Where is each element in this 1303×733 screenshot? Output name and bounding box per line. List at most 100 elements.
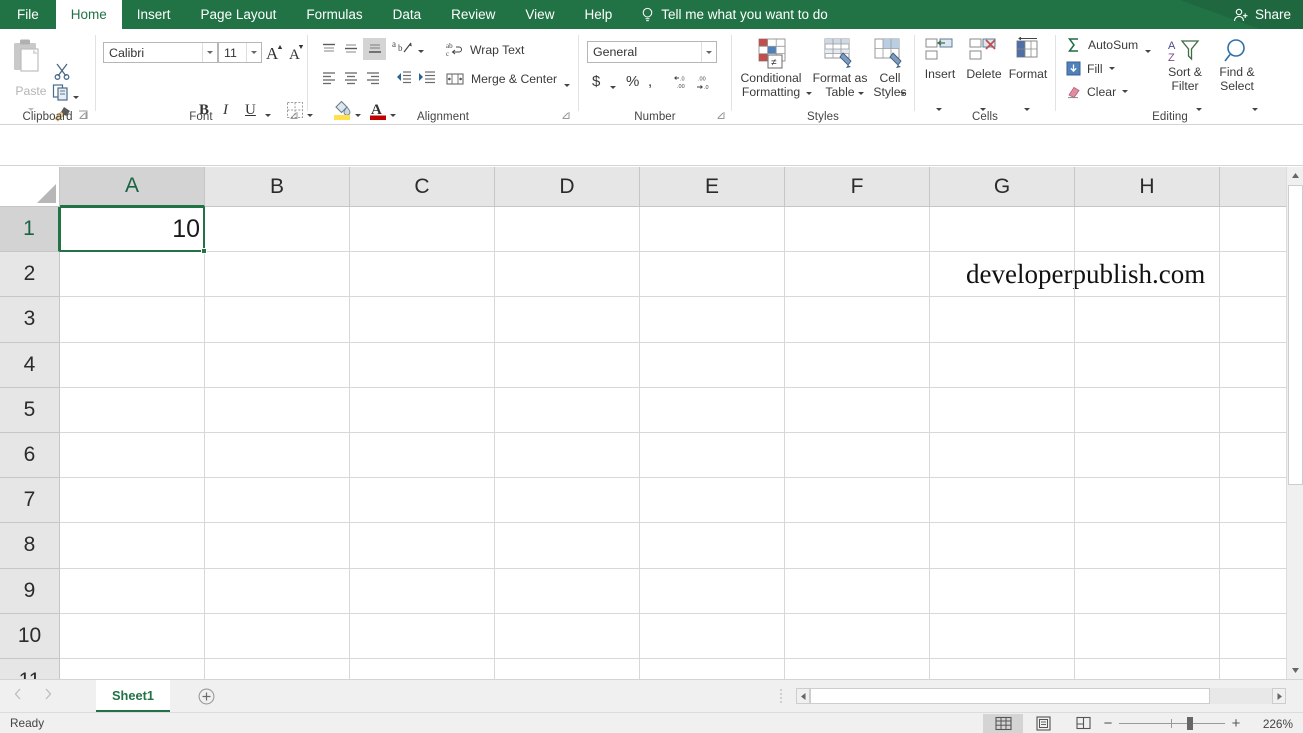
font-size-combo[interactable]: 11 (218, 42, 262, 63)
column-header-partial[interactable] (1220, 167, 1286, 207)
align-middle-button[interactable] (341, 40, 361, 58)
align-top-button[interactable] (319, 40, 339, 58)
clipboard-dialog-launcher[interactable] (78, 110, 89, 121)
scrollbar-split-grip[interactable] (778, 688, 784, 704)
font-dialog-launcher[interactable] (289, 110, 300, 121)
align-center-button[interactable] (341, 69, 361, 87)
vertical-scrollbar[interactable] (1286, 167, 1303, 679)
normal-view-button[interactable] (983, 714, 1023, 733)
row-header-7[interactable]: 7 (0, 478, 60, 523)
horizontal-scroll-track[interactable] (1210, 688, 1272, 704)
column-header-c[interactable]: C (350, 167, 495, 207)
comma-style-button[interactable]: , (648, 73, 652, 90)
row-header-5[interactable]: 5 (0, 388, 60, 433)
font-size-caret-icon[interactable] (246, 43, 261, 62)
percent-style-button[interactable]: % (626, 73, 639, 90)
column-header-a[interactable]: A (60, 167, 205, 207)
scroll-up-button[interactable] (1287, 167, 1303, 184)
autosum-caret[interactable] (1145, 43, 1151, 61)
page-layout-view-button[interactable] (1023, 714, 1063, 733)
zoom-slider[interactable] (1119, 713, 1225, 733)
row-header-11[interactable]: 11 (0, 659, 60, 679)
column-header-g[interactable]: G (930, 167, 1075, 207)
horizontal-scroll-thumb[interactable] (810, 688, 1210, 704)
tab-help[interactable]: Help (569, 0, 627, 29)
fill-caret[interactable] (1109, 67, 1115, 70)
font-name-caret-icon[interactable] (202, 43, 217, 62)
column-header-f[interactable]: F (785, 167, 930, 207)
merge-center-caret[interactable] (564, 77, 570, 95)
share-button[interactable]: Share (1233, 0, 1291, 29)
format-as-table-caret[interactable] (858, 85, 864, 103)
column-header-b[interactable]: B (205, 167, 350, 207)
orientation-caret[interactable] (418, 43, 424, 61)
column-header-h[interactable]: H (1075, 167, 1220, 207)
decrease-font-size-button[interactable]: A (288, 42, 307, 68)
tell-me-box[interactable]: Tell me what you want to do (627, 0, 838, 29)
tab-page-layout[interactable]: Page Layout (186, 0, 292, 29)
row-header-1[interactable]: 1 (0, 207, 60, 252)
row-header-2[interactable]: 2 (0, 252, 60, 297)
cell-area[interactable]: developerpublish.com 10 (60, 207, 1286, 679)
select-all-button[interactable] (0, 167, 60, 207)
scroll-right-button[interactable] (1272, 688, 1286, 704)
increase-decimal-button[interactable]: .0 .00 (671, 75, 691, 96)
insert-cells-icon (923, 37, 957, 67)
zoom-in-button[interactable]: + (1225, 713, 1247, 733)
alignment-dialog-launcher[interactable] (561, 110, 572, 121)
increase-indent-button[interactable] (418, 69, 436, 90)
scroll-left-button[interactable] (796, 688, 810, 704)
increase-font-size-button[interactable]: A (266, 42, 285, 68)
font-name-combo[interactable]: Calibri (103, 42, 218, 63)
tab-view[interactable]: View (510, 0, 569, 29)
wrap-text-button[interactable]: ab c Wrap Text (446, 41, 524, 58)
align-right-button[interactable] (363, 69, 383, 87)
decrease-decimal-button[interactable]: .00 .0 (695, 75, 715, 96)
zoom-out-button[interactable]: − (1097, 713, 1119, 733)
autosum-button[interactable]: AutoSum (1066, 37, 1138, 53)
row-header-3[interactable]: 3 (0, 297, 60, 342)
tab-file[interactable]: File (0, 0, 56, 29)
horizontal-scrollbar[interactable] (796, 688, 1286, 704)
add-sheet-button[interactable] (198, 688, 215, 705)
row-header-10[interactable]: 10 (0, 614, 60, 659)
orientation-button[interactable]: a b (392, 38, 414, 63)
vertical-scroll-thumb[interactable] (1288, 185, 1303, 485)
row-header-4[interactable]: 4 (0, 343, 60, 388)
cell-a1[interactable]: 10 (60, 207, 205, 252)
zoom-level-label[interactable]: 226% (1247, 717, 1293, 731)
fill-handle[interactable] (201, 248, 207, 254)
align-left-button[interactable] (319, 69, 339, 87)
merge-center-button[interactable]: Merge & Center (446, 71, 557, 87)
cell-styles-label-1: Cell (880, 71, 901, 85)
paste-button[interactable]: Paste (10, 37, 52, 119)
align-bottom-button[interactable] (363, 38, 386, 60)
column-header-e[interactable]: E (640, 167, 785, 207)
copy-caret[interactable] (73, 89, 79, 107)
sheet-tab-sheet1[interactable]: Sheet1 (96, 680, 170, 712)
prev-sheet-icon[interactable] (14, 688, 22, 700)
tab-formulas[interactable]: Formulas (291, 0, 377, 29)
clear-button[interactable]: Clear (1066, 84, 1128, 99)
decrease-indent-button[interactable] (394, 69, 412, 90)
number-dialog-launcher[interactable] (716, 110, 727, 121)
number-format-caret-icon[interactable] (701, 42, 716, 62)
next-sheet-icon[interactable] (44, 688, 52, 700)
column-header-d[interactable]: D (495, 167, 640, 207)
tab-home[interactable]: Home (56, 0, 122, 29)
row-header-9[interactable]: 9 (0, 569, 60, 614)
zoom-slider-thumb[interactable] (1187, 717, 1193, 730)
fill-button[interactable]: Fill (1066, 61, 1115, 76)
tab-review[interactable]: Review (436, 0, 510, 29)
copy-button[interactable] (52, 83, 70, 106)
tab-insert[interactable]: Insert (122, 0, 186, 29)
cell-styles-caret[interactable] (900, 85, 906, 103)
scroll-down-button[interactable] (1287, 662, 1303, 679)
accounting-format-button[interactable]: $ (592, 73, 600, 90)
tab-data[interactable]: Data (378, 0, 437, 29)
accounting-caret[interactable] (610, 79, 616, 97)
number-format-combo[interactable]: General (587, 41, 717, 63)
row-header-6[interactable]: 6 (0, 433, 60, 478)
row-header-8[interactable]: 8 (0, 523, 60, 568)
clear-caret[interactable] (1122, 90, 1128, 93)
